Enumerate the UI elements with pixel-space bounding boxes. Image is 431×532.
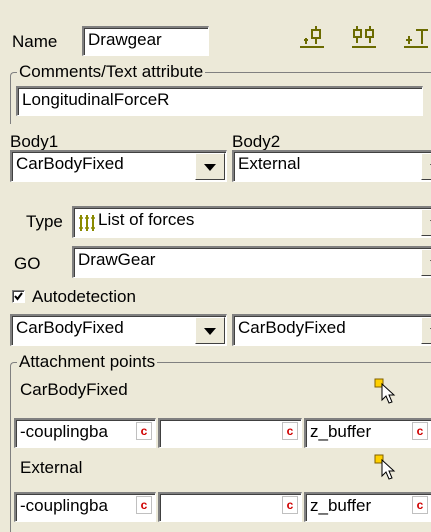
attachment-1-x-input[interactable]: -couplingba — [14, 418, 156, 448]
type-label: Type — [26, 212, 63, 231]
constant-badge[interactable]: c — [282, 422, 298, 440]
attachment-1-y-input[interactable] — [158, 418, 302, 448]
constant-badge[interactable]: c — [282, 496, 298, 514]
autodetection-label: Autodetection — [32, 287, 136, 306]
pick-point-icon[interactable] — [374, 378, 398, 404]
constant-badge[interactable]: c — [412, 422, 428, 440]
pick-point-icon[interactable] — [374, 454, 398, 480]
type-select[interactable]: List of forces — [72, 206, 431, 238]
name-input[interactable]: Drawgear — [82, 26, 209, 56]
body1-value: CarBodyFixed — [16, 154, 124, 173]
chevron-down-icon[interactable] — [421, 209, 431, 236]
attachment-2-y[interactable]: c — [158, 492, 302, 522]
go-select[interactable]: DrawGear — [72, 246, 431, 278]
attachment-1-z[interactable]: z_buffer c — [304, 418, 431, 448]
chevron-down-icon[interactable] — [421, 317, 431, 344]
split-icon[interactable] — [402, 24, 430, 52]
go-label: GO — [14, 254, 41, 273]
chevron-down-icon[interactable] — [195, 153, 225, 180]
body2-value: External — [238, 154, 301, 173]
attachment-label-1: CarBodyFixed — [20, 380, 128, 399]
constant-badge[interactable]: c — [412, 496, 428, 514]
body2-label: Body2 — [232, 132, 281, 151]
attachment-2-x-input[interactable]: -couplingba — [14, 492, 156, 522]
body1-select[interactable]: CarBodyFixed — [10, 150, 227, 182]
comments-input[interactable]: LongitudinalForceR — [16, 86, 423, 116]
add-sibling-icon[interactable] — [350, 24, 378, 52]
couple-right-value: CarBodyFixed — [238, 318, 346, 337]
constant-badge[interactable]: c — [136, 496, 152, 514]
couple-left-value: CarBodyFixed — [16, 318, 124, 337]
chevron-down-icon[interactable] — [195, 317, 225, 344]
type-value: List of forces — [98, 210, 195, 229]
chevron-down-icon[interactable] — [421, 153, 431, 180]
attachment-2-y-input[interactable] — [158, 492, 302, 522]
attachment-2-x[interactable]: -couplingba c — [14, 492, 156, 522]
autodetection-checkbox[interactable] — [12, 290, 25, 303]
force-list-icon — [78, 214, 96, 232]
name-label: Name — [12, 32, 58, 51]
go-value: DrawGear — [78, 250, 156, 269]
attachment-1-x[interactable]: -couplingba c — [14, 418, 156, 448]
body1-label: Body1 — [10, 132, 59, 151]
couple-left-select[interactable]: CarBodyFixed — [10, 314, 227, 346]
chevron-down-icon[interactable] — [421, 249, 431, 276]
attachment-1-y[interactable]: c — [158, 418, 302, 448]
constant-badge[interactable]: c — [136, 422, 152, 440]
add-child-icon[interactable] — [298, 24, 326, 52]
attachment-label-2: External — [20, 458, 83, 477]
body2-select[interactable]: External — [232, 150, 431, 182]
attachment-2-z[interactable]: z_buffer c — [304, 492, 431, 522]
couple-right-select[interactable]: CarBodyFixed — [232, 314, 431, 346]
attachment-title: Attachment points — [17, 352, 158, 372]
comments-title: Comments/Text attribute — [17, 62, 206, 82]
